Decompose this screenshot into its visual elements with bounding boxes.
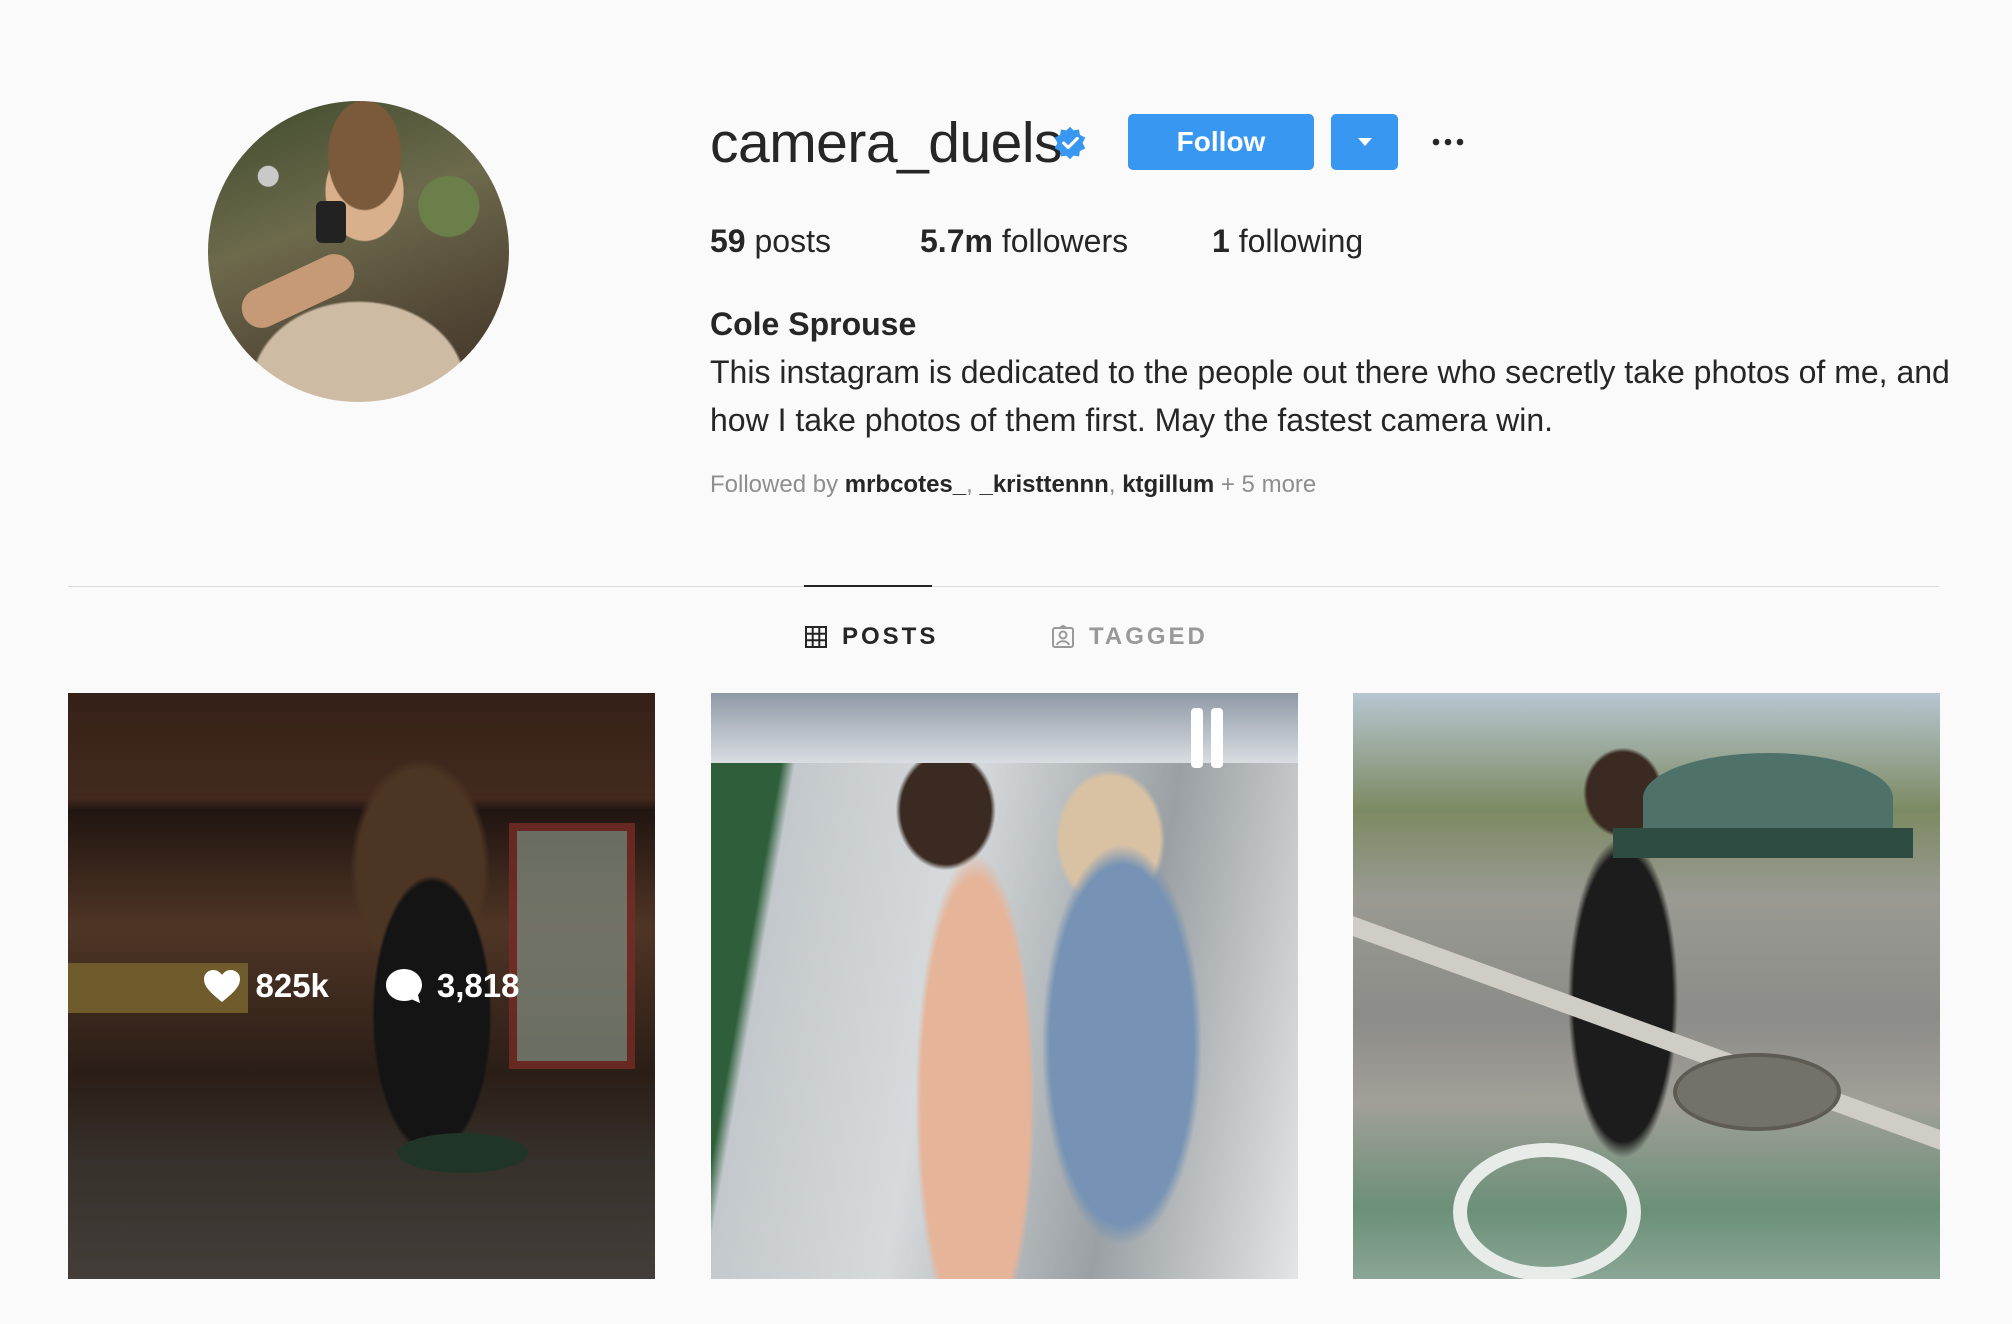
tabs-divider [68,586,1939,587]
follower-name[interactable]: mrbcotes_ [845,471,966,498]
post-hover-stats: 825k 3,818 [68,693,655,1279]
posts-count: 59 [710,223,746,259]
likes-stat: 825k [203,967,329,1005]
tab-tagged-label: TAGGED [1089,623,1208,650]
comment-icon [385,969,422,1003]
photo-detail [1191,708,1203,768]
suggested-dropdown-button[interactable] [1331,114,1398,170]
tab-posts-label: POSTS [842,623,939,650]
followed-by-prefix: Followed by [710,471,845,498]
tagged-icon [1052,625,1074,648]
followers-stat[interactable]: 5.7m followers [920,219,1128,263]
tab-posts[interactable]: POSTS [804,623,938,651]
following-stat[interactable]: 1 following [1212,219,1363,263]
following-count: 1 [1212,223,1230,259]
followed-by-more[interactable]: + 5 more [1214,471,1316,498]
post-thumbnail[interactable] [1353,693,1940,1279]
post-thumbnail[interactable] [711,693,1298,1279]
heart-icon [204,970,241,1002]
posts-label: posts [754,223,831,259]
likes-count: 825k [255,967,329,1004]
more-options-button[interactable] [1430,124,1466,160]
photo-detail [1673,1053,1841,1131]
chevron-down-icon [1357,138,1372,146]
verified-badge-icon [1054,126,1086,160]
username: camera_duels [710,111,1063,175]
photo-detail [1353,916,1940,1150]
photo-detail [1613,828,1913,858]
followers-count: 5.7m [920,223,993,259]
followers-label: followers [1001,223,1129,259]
grid-icon [805,626,827,648]
full-name: Cole Sprouse [710,306,917,342]
photo-detail [711,693,1298,763]
comments-count: 3,818 [436,967,520,1004]
comments-stat: 3,818 [385,967,520,1005]
tab-tagged[interactable]: TAGGED [1051,623,1208,651]
follower-name[interactable]: ktgillum [1122,471,1214,498]
following-label: following [1238,223,1364,259]
bio-text: This instagram is dedicated to the peopl… [710,354,1950,438]
photo-detail [1211,708,1223,768]
photo-detail [1453,1143,1641,1279]
post-thumbnail[interactable]: 825k 3,818 [68,693,655,1279]
follow-button[interactable]: Follow [1128,114,1314,170]
follower-name[interactable]: _kristtennn [979,471,1108,498]
posts-stat: 59 posts [710,219,831,263]
profile-avatar[interactable] [208,101,509,402]
active-tab-indicator [804,585,932,587]
followed-by[interactable]: Followed by mrbcotes_, _kristtennn, ktgi… [710,468,1316,502]
more-options-icon [1432,138,1464,146]
